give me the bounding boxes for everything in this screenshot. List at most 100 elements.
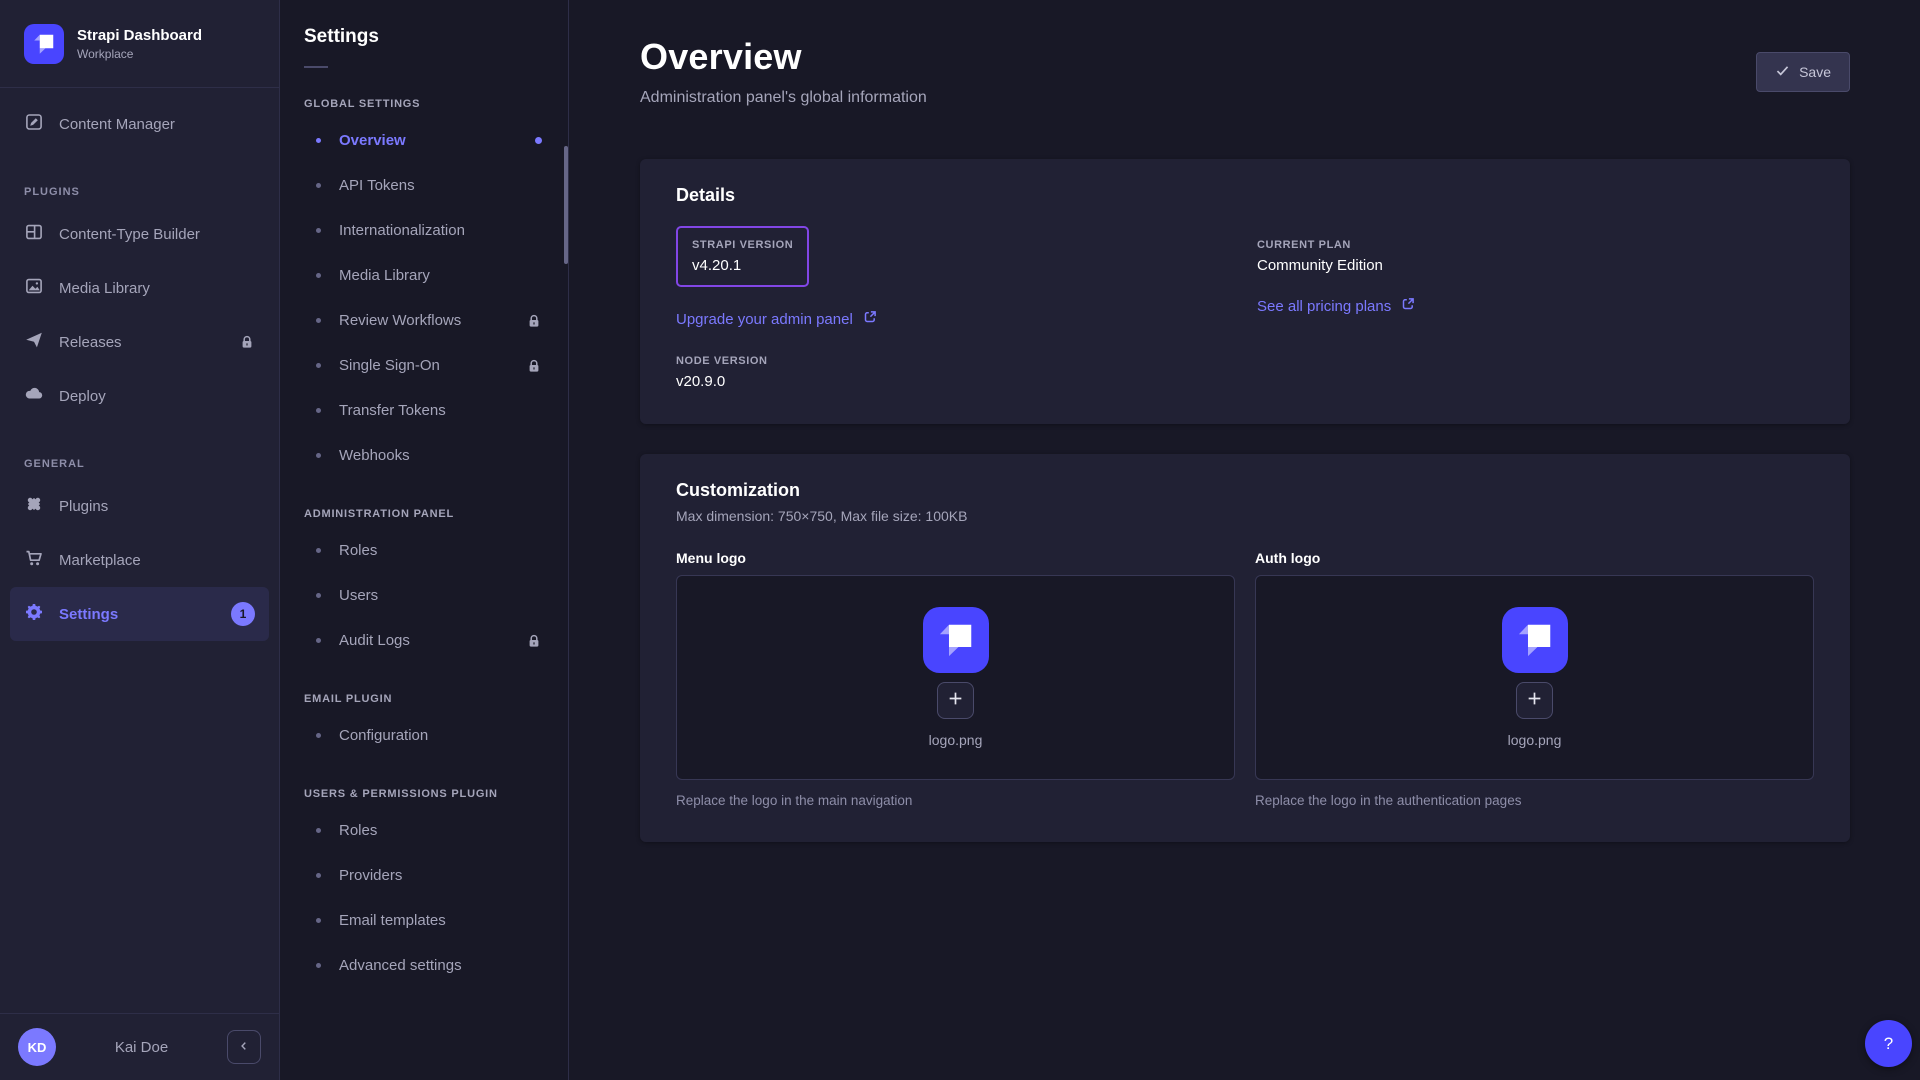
check-icon <box>1775 63 1790 81</box>
subnav-item-label: Internationalization <box>339 222 465 239</box>
current-plan-label: CURRENT PLAN <box>1257 239 1814 251</box>
page-title: Overview <box>640 36 927 78</box>
bullet-icon <box>316 828 321 833</box>
bullet-icon <box>316 318 321 323</box>
subnav-item-advanced-settings[interactable]: Advanced settings <box>280 943 568 988</box>
sidebar-item-label: Releases <box>59 334 122 351</box>
lock-icon <box>239 334 255 350</box>
main-sidebar: Strapi Dashboard Workplace Content Manag… <box>0 0 280 1080</box>
subnav-item-providers[interactable]: Providers <box>280 853 568 898</box>
chevron-left-icon <box>237 1039 251 1056</box>
paper-plane-icon <box>24 330 44 354</box>
page-subtitle: Administration panel's global informatio… <box>640 89 927 107</box>
user-name: Kai Doe <box>66 1039 217 1056</box>
bullet-icon <box>316 138 321 143</box>
subnav-scrollbar[interactable] <box>564 146 568 264</box>
bullet-icon <box>316 453 321 458</box>
strapi-logo-icon <box>24 24 64 64</box>
customization-card-title: Customization <box>676 480 1814 501</box>
subnav-item-configuration[interactable]: Configuration <box>280 713 568 758</box>
strapi-version-highlight-box: STRAPI VERSION v4.20.1 <box>676 226 809 287</box>
workspace-title: Strapi Dashboard <box>77 27 202 44</box>
subnav-item-email-templates[interactable]: Email templates <box>280 898 568 943</box>
details-card-title: Details <box>676 185 1814 206</box>
sidebar-item-content-manager[interactable]: Content Manager <box>0 97 279 151</box>
sidebar-item-plugins[interactable]: Plugins <box>0 479 279 533</box>
collapse-sidebar-button[interactable] <box>227 1030 261 1064</box>
workspace-brand[interactable]: Strapi Dashboard Workplace <box>0 0 279 88</box>
subnav-item-internationalization[interactable]: Internationalization <box>280 208 568 253</box>
auth-logo-label: Auth logo <box>1255 550 1814 566</box>
sidebar-item-settings[interactable]: Settings 1 <box>10 587 269 641</box>
help-button[interactable]: ? <box>1865 1020 1912 1067</box>
subnav-section-users-permissions: USERS & PERMISSIONS PLUGIN <box>280 788 568 800</box>
current-plan-value: Community Edition <box>1257 257 1814 274</box>
subnav-item-admin-users[interactable]: Users <box>280 573 568 618</box>
bullet-icon <box>316 363 321 368</box>
bullet-icon <box>316 408 321 413</box>
menu-logo-hint: Replace the logo in the main navigation <box>676 793 1235 808</box>
sidebar-item-deploy[interactable]: Deploy <box>0 369 279 423</box>
layout-icon <box>24 222 44 246</box>
pricing-plans-link[interactable]: See all pricing plans <box>1257 296 1416 316</box>
add-logo-button[interactable] <box>937 682 974 719</box>
lock-icon <box>526 313 542 329</box>
subnav-item-review-workflows[interactable]: Review Workflows <box>280 298 568 343</box>
gear-icon <box>24 602 44 626</box>
subnav-item-label: Single Sign-On <box>339 357 440 374</box>
subnav-item-single-sign-on[interactable]: Single Sign-On <box>280 343 568 388</box>
cloud-icon <box>24 384 44 408</box>
subnav-item-label: API Tokens <box>339 177 415 194</box>
subnav-section-administration-panel: ADMINISTRATION PANEL <box>280 508 568 520</box>
auth-logo-hint: Replace the logo in the authentication p… <box>1255 793 1814 808</box>
menu-logo-upload-box[interactable]: logo.png <box>676 575 1235 780</box>
bullet-icon <box>316 918 321 923</box>
subnav-item-label: Users <box>339 587 378 604</box>
subnav-divider <box>304 66 328 68</box>
plus-icon <box>1526 690 1543 712</box>
upgrade-admin-panel-link[interactable]: Upgrade your admin panel <box>676 309 878 329</box>
subnav-title: Settings <box>280 26 568 48</box>
subnav-item-media-library[interactable]: Media Library <box>280 253 568 298</box>
subnav-item-label: Webhooks <box>339 447 410 464</box>
details-left-column: STRAPI VERSION v4.20.1 Upgrade your admi… <box>676 226 1233 390</box>
sidebar-item-label: Settings <box>59 606 118 623</box>
bullet-icon <box>316 963 321 968</box>
details-right-column: CURRENT PLAN Community Edition See all p… <box>1257 226 1814 390</box>
subnav-item-label: Providers <box>339 867 402 884</box>
avatar[interactable]: KD <box>18 1028 56 1066</box>
external-link-icon <box>1400 296 1416 316</box>
sidebar-item-label: Content Manager <box>59 116 175 133</box>
subnav-item-transfer-tokens[interactable]: Transfer Tokens <box>280 388 568 433</box>
subnav-item-up-roles[interactable]: Roles <box>280 808 568 853</box>
subnav-item-admin-roles[interactable]: Roles <box>280 528 568 573</box>
subnav-item-label: Advanced settings <box>339 957 462 974</box>
sidebar-item-label: Marketplace <box>59 552 141 569</box>
save-button-label: Save <box>1799 64 1831 80</box>
sidebar-item-content-type-builder[interactable]: Content-Type Builder <box>0 207 279 261</box>
sidebar-item-media-library[interactable]: Media Library <box>0 261 279 315</box>
menu-logo-field: Menu logo <box>676 550 1235 808</box>
external-link-icon <box>862 309 878 329</box>
subnav-item-label: Review Workflows <box>339 312 461 329</box>
save-button[interactable]: Save <box>1756 52 1850 92</box>
subnav-section-email-plugin: EMAIL PLUGIN <box>280 693 568 705</box>
bullet-icon <box>316 548 321 553</box>
sidebar-item-marketplace[interactable]: Marketplace <box>0 533 279 587</box>
pen-square-icon <box>24 112 44 136</box>
app-root: Strapi Dashboard Workplace Content Manag… <box>0 0 1920 1080</box>
subnav-item-api-tokens[interactable]: API Tokens <box>280 163 568 208</box>
details-card: Details STRAPI VERSION v4.20.1 Upgrade y… <box>640 159 1850 424</box>
lock-icon <box>526 633 542 649</box>
customization-card-subtitle: Max dimension: 750×750, Max file size: 1… <box>676 508 1814 524</box>
subnav-item-overview[interactable]: Overview <box>280 118 568 163</box>
strapi-logo-icon <box>923 607 989 673</box>
bullet-icon <box>316 593 321 598</box>
sidebar-section-plugins: PLUGINS <box>0 177 279 207</box>
subnav-item-audit-logs[interactable]: Audit Logs <box>280 618 568 663</box>
sidebar-item-releases[interactable]: Releases <box>0 315 279 369</box>
main-content: Overview Administration panel's global i… <box>569 0 1920 1080</box>
add-logo-button[interactable] <box>1516 682 1553 719</box>
subnav-item-webhooks[interactable]: Webhooks <box>280 433 568 478</box>
auth-logo-upload-box[interactable]: logo.png <box>1255 575 1814 780</box>
